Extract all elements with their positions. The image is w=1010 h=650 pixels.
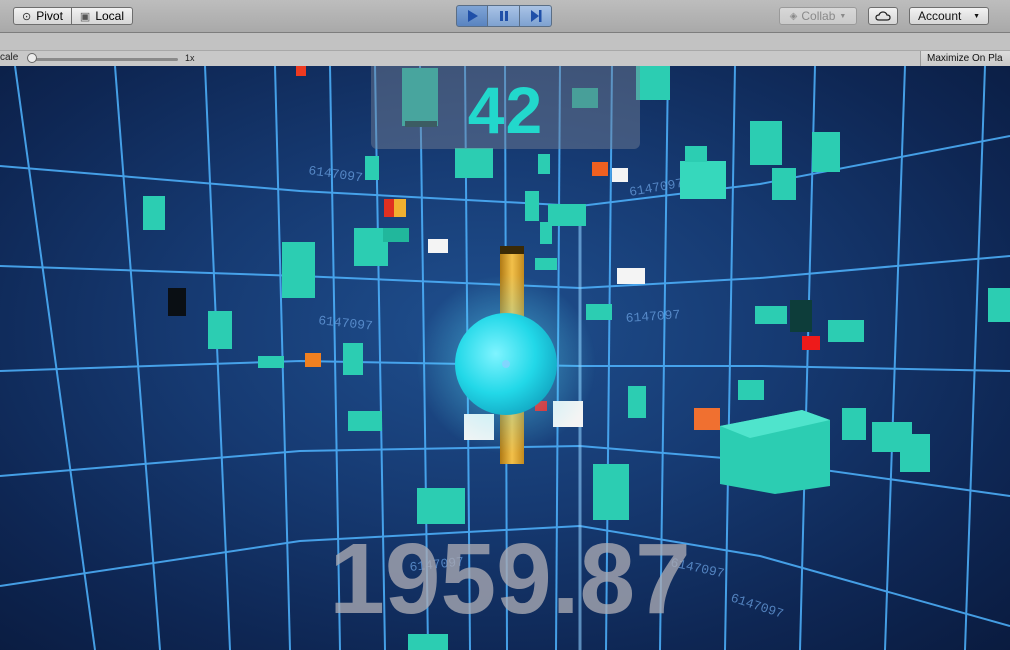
- scale-slider-handle[interactable]: [27, 53, 37, 63]
- local-icon: ▣: [79, 10, 91, 23]
- cube: [455, 148, 493, 178]
- score-counter: 42: [467, 73, 544, 147]
- local-label: Local: [95, 9, 124, 23]
- local-button[interactable]: ▣ Local: [71, 7, 133, 25]
- scale-value: 1x: [185, 53, 195, 63]
- collab-dropdown[interactable]: ◈ Collab ▼: [779, 7, 857, 25]
- cloud-icon: [875, 11, 891, 21]
- cube: [842, 408, 866, 440]
- cube: [828, 320, 864, 342]
- pause-button[interactable]: [488, 5, 520, 27]
- editor-toolbar: ⊙ Pivot ▣ Local ◈ Collab ▼ Account ▼: [0, 0, 1010, 33]
- cloud-button[interactable]: [868, 7, 898, 25]
- cube: [535, 258, 557, 270]
- game-view-header: cale 1x Maximize On Pla: [0, 33, 1010, 67]
- cube: [417, 488, 465, 524]
- pivot-label: Pivot: [36, 9, 63, 23]
- account-label: Account: [918, 9, 962, 23]
- cube: [383, 228, 409, 242]
- playmode-controls: [456, 5, 552, 27]
- svg-text:6147097: 6147097: [318, 313, 374, 334]
- collab-label: Collab: [801, 9, 836, 23]
- cube: [636, 66, 670, 100]
- account-dropdown[interactable]: Account ▼: [909, 7, 989, 25]
- cube: [586, 304, 612, 320]
- pivot-icon: ⊙: [22, 10, 32, 23]
- cube: [750, 121, 782, 165]
- step-button[interactable]: [520, 5, 552, 27]
- play-button[interactable]: [456, 5, 488, 27]
- game-view[interactable]: 6147097 6147097 6147097 6147097 6147097 …: [0, 66, 1010, 650]
- chevron-down-icon: ▼: [839, 12, 847, 20]
- cube: [790, 300, 812, 332]
- maximize-on-play-toggle[interactable]: Maximize On Pla: [920, 51, 1010, 67]
- cube: [208, 311, 232, 349]
- cube: [348, 411, 382, 431]
- play-icon: [468, 10, 478, 22]
- pivot-local-group: ⊙ Pivot ▣ Local: [13, 7, 133, 25]
- cube: [680, 161, 726, 199]
- svg-text:6147097: 6147097: [729, 591, 786, 622]
- timer-display: 1959.87: [329, 523, 691, 635]
- cube: [628, 386, 646, 418]
- cube: [988, 288, 1010, 322]
- cube: [258, 356, 284, 368]
- cube: [343, 343, 363, 375]
- pivot-button[interactable]: ⊙ Pivot: [13, 7, 72, 25]
- cube: [168, 288, 186, 316]
- cube: [282, 242, 315, 298]
- cube: [548, 204, 586, 226]
- pause-icon: [499, 11, 508, 21]
- cube: [738, 380, 764, 400]
- cube: [755, 306, 787, 324]
- chevron-down-icon: ▼: [973, 12, 980, 20]
- scale-slider[interactable]: [32, 58, 178, 61]
- step-icon: [530, 10, 541, 22]
- scale-label: cale: [0, 52, 19, 63]
- cube: [593, 464, 629, 520]
- cube: [525, 191, 539, 221]
- collab-icon: ◈: [789, 10, 798, 22]
- cube: [538, 154, 550, 174]
- cube: [365, 156, 379, 180]
- cube: [540, 222, 552, 244]
- cube: [143, 196, 165, 230]
- cube: [354, 228, 388, 266]
- cube: [408, 634, 448, 650]
- svg-text:6147097: 6147097: [625, 307, 681, 326]
- svg-text:6147097: 6147097: [307, 163, 363, 185]
- cube: [812, 132, 840, 172]
- cube: [900, 434, 930, 472]
- cube: [685, 146, 707, 162]
- game-view-controls: cale 1x Maximize On Pla: [0, 50, 1010, 67]
- cube: [772, 168, 796, 200]
